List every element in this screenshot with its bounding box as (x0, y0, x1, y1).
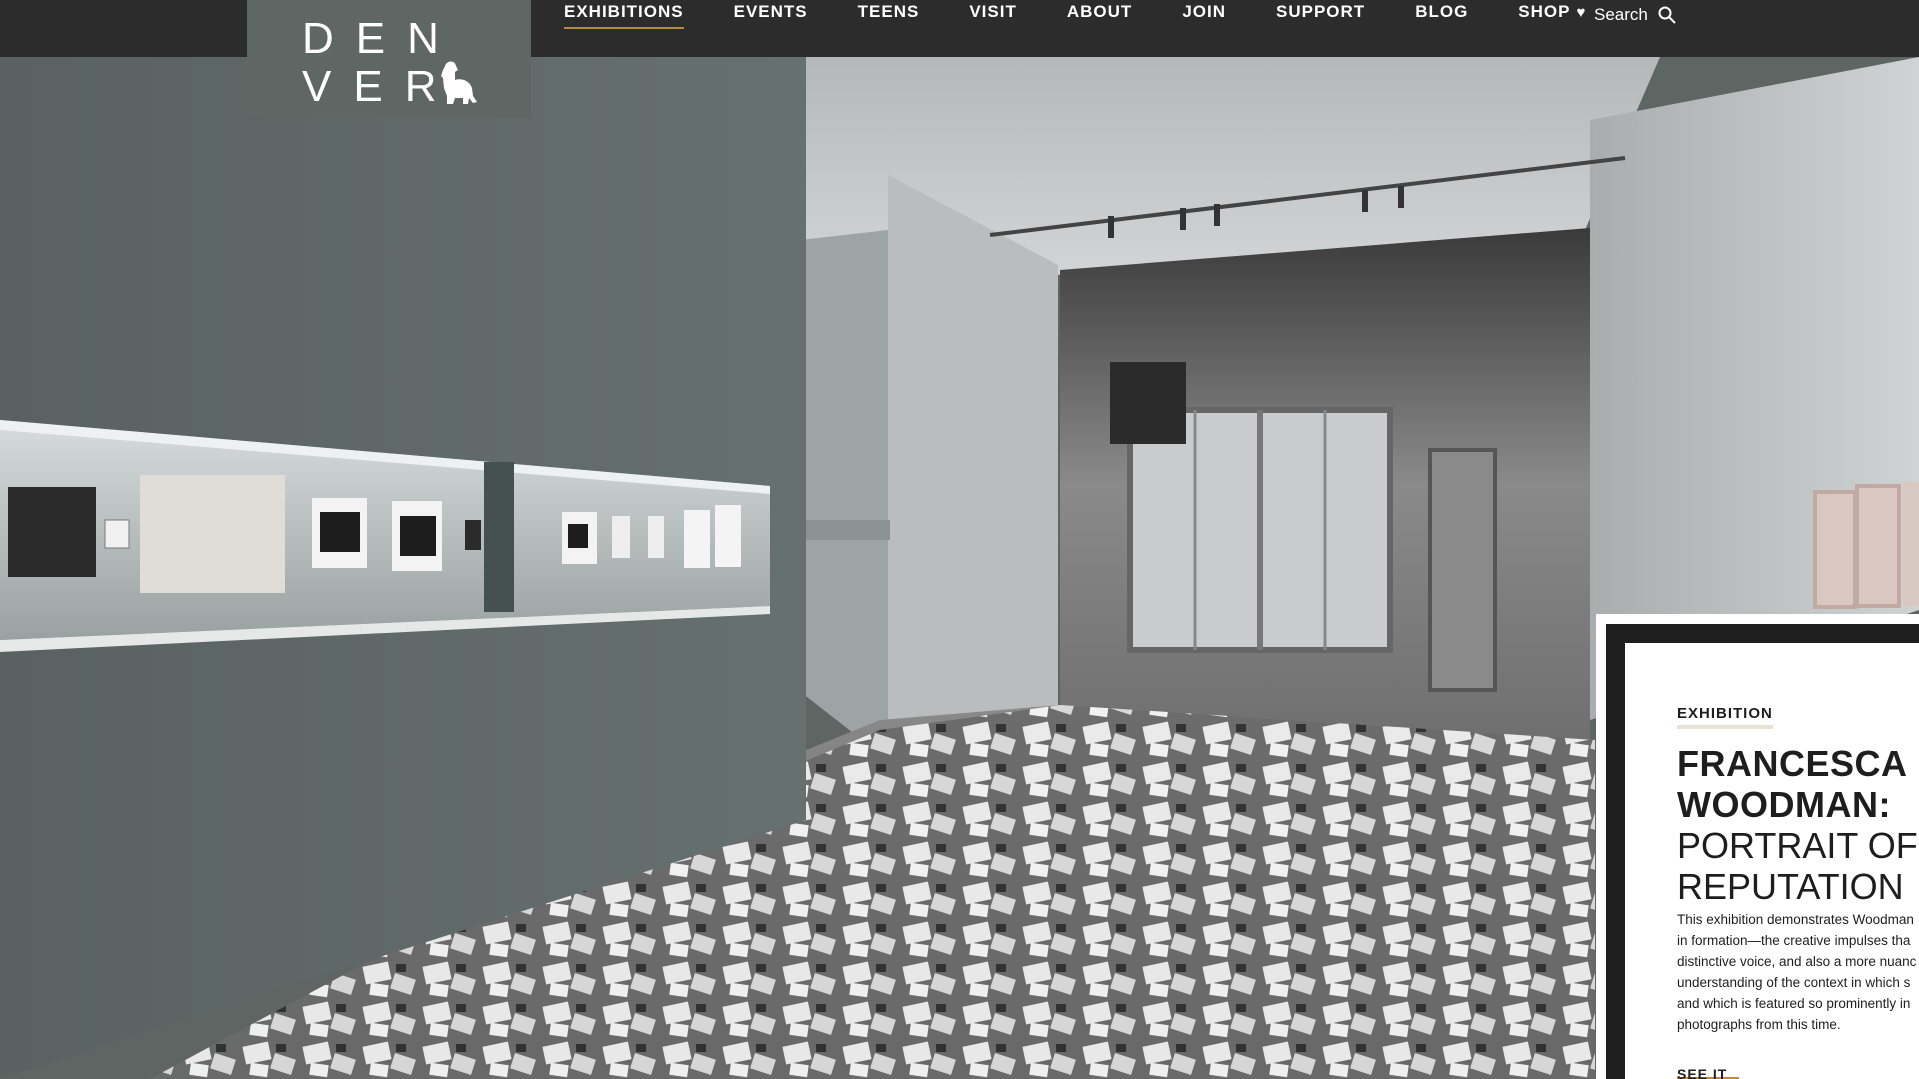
nav-teens[interactable]: TEENS (858, 0, 920, 22)
card-title-line-3: PORTRAIT OF A (1677, 825, 1919, 866)
nav-join[interactable]: JOIN (1182, 0, 1226, 22)
nav-support[interactable]: SUPPORT (1276, 0, 1365, 22)
card-title-line-4: REPUTATION (1677, 866, 1904, 907)
card-title-light: PORTRAIT OF A REPUTATION (1677, 825, 1919, 907)
nav-visit[interactable]: VISIT (969, 0, 1017, 22)
nav-shop-label: SHOP (1518, 2, 1571, 21)
card-description: This exhibition demonstrates Woodman in … (1677, 912, 1917, 1032)
search-label: Search (1594, 5, 1648, 24)
nav-events[interactable]: EVENTS (734, 0, 808, 22)
nav-blog[interactable]: BLOG (1415, 0, 1468, 22)
museum-logo[interactable]: DEN VER (247, 0, 531, 118)
nav-about[interactable]: ABOUT (1067, 0, 1132, 22)
card-title-bold: FRANCESCA WOODMAN: (1677, 743, 1908, 825)
card-title-line-1: FRANCESCA (1677, 743, 1908, 784)
feature-card: EXHIBITION FRANCESCA WOODMAN: PORTRAIT O… (1625, 643, 1919, 1079)
main-nav: EXHIBITIONS EVENTS TEENS VISIT ABOUT JOI… (564, 0, 1636, 57)
dog-icon (441, 61, 477, 104)
nav-shop[interactable]: SHOP ♥ (1518, 0, 1586, 22)
card-title-line-2: WOODMAN: (1677, 784, 1891, 825)
logo-line-1: DEN (302, 14, 461, 63)
see-it-link[interactable]: SEE IT (1677, 1066, 1727, 1079)
search-icon (1658, 6, 1676, 24)
card-eyebrow: EXHIBITION (1677, 705, 1773, 722)
heart-icon: ♥ (1576, 4, 1587, 21)
eyebrow-highlight (1677, 725, 1773, 729)
search-button[interactable]: Search (1594, 0, 1676, 30)
nav-exhibitions[interactable]: EXHIBITIONS (564, 0, 684, 29)
